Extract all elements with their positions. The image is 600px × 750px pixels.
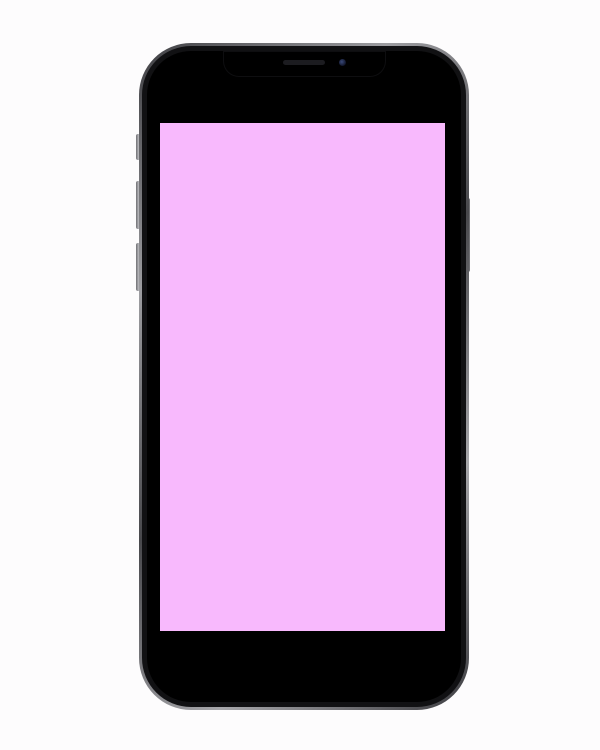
page bbox=[0, 0, 600, 750]
phone-frame-inner bbox=[142, 46, 466, 707]
phone-bezel bbox=[147, 51, 461, 702]
notch bbox=[223, 51, 386, 77]
earpiece-speaker bbox=[283, 60, 325, 65]
phone-screen[interactable] bbox=[160, 123, 445, 631]
phone-frame bbox=[139, 43, 469, 710]
front-camera-icon bbox=[339, 59, 346, 66]
